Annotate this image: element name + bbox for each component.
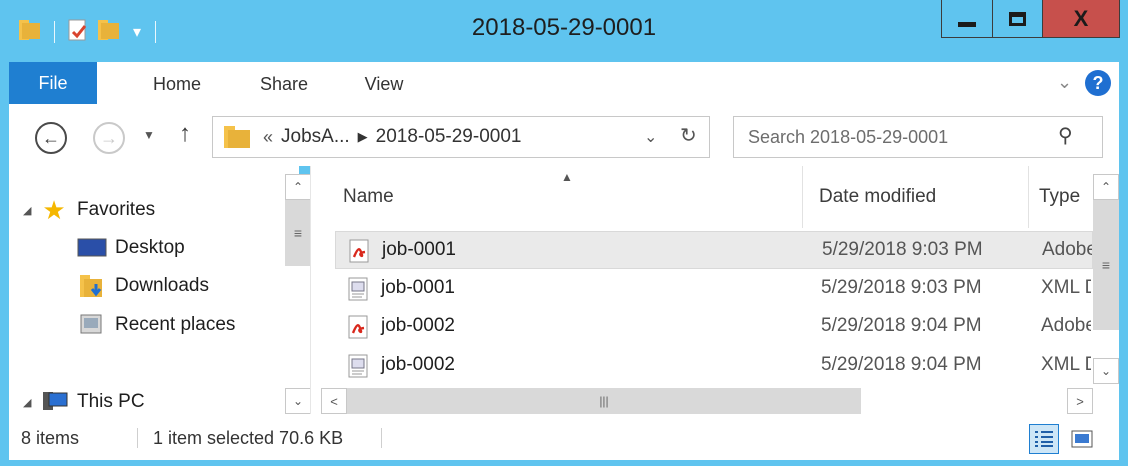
maximize-icon xyxy=(1009,11,1026,26)
nav-item-label: Favorites xyxy=(77,199,156,220)
scroll-right-icon[interactable]: > xyxy=(1067,388,1093,414)
column-header-name[interactable]: Name xyxy=(343,166,803,228)
column-header-type[interactable]: Type xyxy=(1039,166,1099,228)
help-icon[interactable]: ? xyxy=(1085,70,1111,96)
status-separator xyxy=(137,428,138,448)
title-bar: ▾ 2018-05-29-0001 X xyxy=(0,0,1128,62)
large-icons-view-button[interactable] xyxy=(1067,424,1097,454)
address-bar[interactable]: « JobsA... ▶ 2018-05-29-0001 ⌄ ↻ xyxy=(212,116,710,158)
desktop-icon xyxy=(77,236,107,260)
address-overflow[interactable]: « xyxy=(263,127,273,148)
nav-item-downloads[interactable]: Downloads xyxy=(77,274,209,298)
navigation-pane: ◢ ★ Favorites Desktop Downloads Recent p… xyxy=(9,166,311,414)
search-icon[interactable]: ⚲ xyxy=(1058,123,1073,148)
file-date: 5/29/2018 9:04 PM xyxy=(821,315,982,336)
file-type: Adobe Acrobat Document xyxy=(1042,239,1092,260)
breadcrumb-jobs[interactable]: JobsA... xyxy=(281,126,350,148)
file-name: job-0002 xyxy=(381,315,455,336)
pdf-icon xyxy=(348,239,372,263)
up-button[interactable]: ↑ xyxy=(179,120,191,148)
file-list-horizontal-scrollbar[interactable]: < ||| > xyxy=(321,388,1093,414)
expand-ribbon-icon[interactable]: ⌄ xyxy=(1057,72,1072,93)
close-button[interactable]: X xyxy=(1043,0,1120,38)
status-separator xyxy=(381,428,382,448)
explorer-window: ▾ 2018-05-29-0001 X File Home Share View… xyxy=(0,0,1128,466)
refresh-icon[interactable]: ↻ xyxy=(680,123,697,148)
nav-item-label: This PC xyxy=(77,391,145,412)
scrollbar-thumb[interactable]: ||| xyxy=(347,388,861,414)
tab-home[interactable]: Home xyxy=(137,62,217,106)
tab-view[interactable]: View xyxy=(354,62,414,106)
file-list: ▲ Name Date modified Type job-0001 5/29/… xyxy=(310,166,1119,414)
file-name: job-0001 xyxy=(382,239,456,260)
xml-icon xyxy=(347,354,371,378)
maximize-button[interactable] xyxy=(993,0,1043,38)
large-icons-view-icon xyxy=(1071,430,1093,448)
scroll-left-icon[interactable]: < xyxy=(321,388,347,414)
nav-item-recent-places[interactable]: Recent places xyxy=(77,313,235,337)
scroll-up-icon[interactable]: ⌃ xyxy=(1093,174,1119,200)
downloads-icon xyxy=(77,274,107,298)
recent-locations-dropdown[interactable]: ▼ xyxy=(143,128,155,142)
file-row[interactable]: job-0001 5/29/2018 9:03 PM Adobe Acrobat… xyxy=(335,231,1093,269)
close-icon: X xyxy=(1073,5,1089,31)
file-date: 5/29/2018 9:03 PM xyxy=(822,239,983,260)
nav-item-desktop[interactable]: Desktop xyxy=(77,236,185,260)
pdf-icon xyxy=(347,315,371,339)
minimize-icon xyxy=(958,22,976,27)
search-input[interactable] xyxy=(748,127,1048,148)
computer-icon xyxy=(39,390,69,414)
folder-icon xyxy=(224,126,250,148)
file-type: XML Document xyxy=(1041,277,1091,298)
scrollbar-thumb[interactable]: ≡ xyxy=(1093,200,1119,330)
breadcrumb-separator[interactable]: ▶ xyxy=(358,129,368,145)
star-icon: ★ xyxy=(42,195,66,225)
scroll-up-icon[interactable]: ⌃ xyxy=(285,174,311,200)
scroll-down-icon[interactable]: ⌄ xyxy=(1093,358,1119,384)
nav-item-favorites[interactable]: ◢ ★ Favorites xyxy=(23,195,156,225)
file-date: 5/29/2018 9:04 PM xyxy=(821,354,982,375)
file-name: job-0001 xyxy=(381,277,455,298)
ribbon-tabs: File Home Share View ⌄ ? xyxy=(9,62,1119,106)
forward-button[interactable]: → xyxy=(93,122,125,154)
address-dropdown-icon[interactable]: ⌄ xyxy=(644,127,657,147)
arrow-right-icon: → xyxy=(100,127,118,148)
scroll-down-icon[interactable]: ⌄ xyxy=(285,388,311,414)
collapse-icon[interactable]: ◢ xyxy=(23,396,39,409)
nav-item-this-pc[interactable]: ◢ This PC xyxy=(23,390,145,414)
details-view-icon xyxy=(1035,431,1053,447)
breadcrumb-current[interactable]: 2018-05-29-0001 xyxy=(376,126,522,148)
file-row[interactable]: job-0001 5/29/2018 9:03 PM XML Document xyxy=(335,270,1093,308)
selection-info: 1 item selected 70.6 KB xyxy=(153,428,344,448)
recent-places-icon xyxy=(77,313,107,337)
nav-scrollbar[interactable]: ⌃ ≡ ⌄ xyxy=(285,174,311,414)
address-row: ← → ▼ ↑ « JobsA... ▶ 2018-05-29-0001 ⌄ ↻… xyxy=(9,106,1119,166)
nav-item-label: Downloads xyxy=(115,275,209,296)
minimize-button[interactable] xyxy=(941,0,993,38)
item-count: 8 items xyxy=(21,428,80,448)
file-type: XML Document xyxy=(1041,354,1091,375)
back-button[interactable]: ← xyxy=(35,122,67,154)
xml-icon xyxy=(347,277,371,301)
file-list-vertical-scrollbar[interactable]: ⌃ ≡ ⌄ xyxy=(1093,174,1119,384)
nav-item-label: Recent places xyxy=(115,314,236,335)
column-header-date[interactable]: Date modified xyxy=(819,166,1029,228)
file-row[interactable]: job-0002 5/29/2018 9:04 PM XML Document xyxy=(335,347,1093,385)
tab-share[interactable]: Share xyxy=(249,62,319,106)
file-row[interactable]: job-0002 5/29/2018 9:04 PM Adobe Acrobat… xyxy=(335,308,1093,346)
file-date: 5/29/2018 9:03 PM xyxy=(821,277,982,298)
details-view-button[interactable] xyxy=(1029,424,1059,454)
file-name: job-0002 xyxy=(381,354,455,375)
tab-file[interactable]: File xyxy=(9,62,97,104)
arrow-left-icon: ← xyxy=(42,127,60,148)
nav-item-label: Desktop xyxy=(115,237,185,258)
scrollbar-thumb[interactable]: ≡ xyxy=(285,200,311,266)
status-bar: 8 items 1 item selected 70.6 KB xyxy=(9,414,1119,460)
search-box[interactable]: ⚲ xyxy=(733,116,1103,158)
collapse-icon[interactable]: ◢ xyxy=(23,204,39,217)
file-type: Adobe Acrobat Document xyxy=(1041,315,1091,336)
